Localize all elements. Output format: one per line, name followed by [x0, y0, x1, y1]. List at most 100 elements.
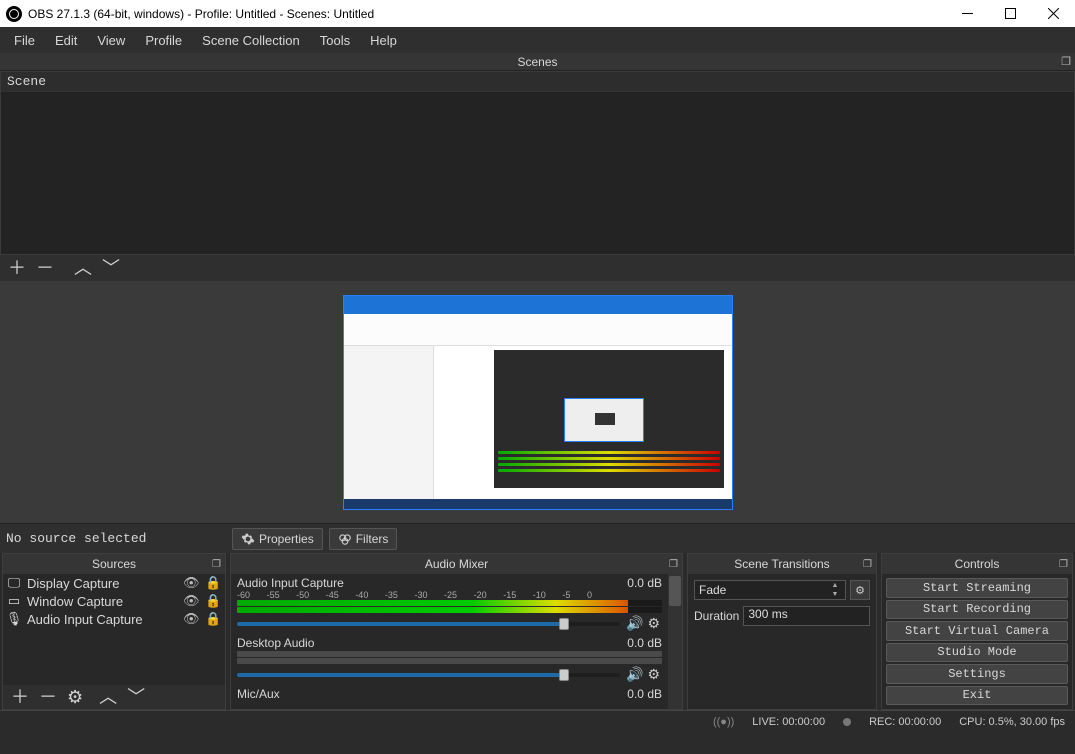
audio-meter	[237, 658, 662, 664]
scenes-popout-icon[interactable]: ❐	[1061, 55, 1071, 68]
properties-button[interactable]: Properties	[232, 528, 323, 550]
visibility-toggle[interactable]: 👁	[183, 611, 199, 627]
filters-button[interactable]: Filters	[329, 528, 398, 550]
visibility-toggle[interactable]: 👁	[183, 575, 199, 591]
source-row[interactable]: 🎙 Audio Input Capture 👁 🔒	[3, 610, 225, 628]
volume-slider[interactable]	[237, 673, 620, 677]
move-source-down-button[interactable]: ﹀	[127, 688, 145, 706]
meter-ticks: -60-55-50-45-40-35-30-25-20-15-10-50	[237, 590, 662, 599]
channel-db: 0.0 dB	[627, 636, 662, 650]
scenes-header-label: Scenes	[517, 55, 557, 69]
broadcast-icon: ((●))	[713, 716, 734, 728]
duration-label: Duration	[694, 609, 739, 623]
exit-button[interactable]: Exit	[886, 686, 1068, 706]
remove-scene-button[interactable]: －	[36, 259, 54, 277]
source-row[interactable]: ▭ Window Capture 👁 🔒	[3, 592, 225, 610]
filter-icon	[338, 532, 352, 546]
duration-value: 300 ms	[748, 607, 787, 621]
scenes-dock: Scenes ❐ Scene ＋ － ︿ ﹀	[0, 53, 1075, 281]
add-source-button[interactable]: ＋	[11, 688, 29, 706]
sources-list[interactable]: 🖵 Display Capture 👁 🔒 ▭ Window Capture 👁…	[3, 574, 225, 685]
transitions-dock: Scene Transitions ❐ Fade ▲▼ ⚙ Duration 3…	[687, 553, 877, 710]
maximize-button[interactable]	[989, 0, 1032, 27]
properties-label: Properties	[259, 532, 314, 546]
mixer-channel: Mic/Aux 0.0 dB	[237, 687, 676, 701]
window-icon: ▭	[7, 593, 21, 609]
scenes-header: Scenes ❐	[0, 53, 1075, 71]
sources-toolbar: ＋ － ⚙ ︿ ﹀	[3, 685, 225, 709]
rec-dot-icon	[843, 718, 851, 726]
audio-meter	[237, 600, 662, 606]
source-toolbar: No source selected Properties Filters	[0, 523, 1075, 553]
source-settings-button[interactable]: ⚙	[67, 688, 83, 706]
menu-file[interactable]: File	[4, 27, 45, 53]
volume-slider[interactable]	[237, 622, 620, 626]
controls-popout-icon[interactable]: ❐	[1059, 559, 1068, 570]
close-button[interactable]	[1032, 0, 1075, 27]
titlebar: OBS 27.1.3 (64-bit, windows) - Profile: …	[0, 0, 1075, 27]
transition-settings-button[interactable]: ⚙	[850, 580, 870, 600]
sources-header-label: Sources	[92, 557, 136, 571]
channel-name: Desktop Audio	[237, 636, 314, 650]
add-scene-button[interactable]: ＋	[8, 259, 26, 277]
menu-help[interactable]: Help	[360, 27, 407, 53]
menubar: File Edit View Profile Scene Collection …	[0, 27, 1075, 53]
channel-settings-icon[interactable]: ⚙	[647, 666, 660, 683]
no-source-label: No source selected	[6, 531, 206, 546]
source-label: Display Capture	[27, 576, 177, 591]
status-live: LIVE: 00:00:00	[752, 716, 825, 728]
scene-row[interactable]: Scene	[1, 72, 1074, 92]
audio-meter	[237, 607, 662, 613]
mixer-channel: Desktop Audio 0.0 dB 🔊 ⚙	[237, 636, 676, 683]
lock-toggle[interactable]: 🔒	[205, 575, 221, 591]
menu-profile[interactable]: Profile	[135, 27, 192, 53]
menu-edit[interactable]: Edit	[45, 27, 87, 53]
move-scene-down-button[interactable]: ﹀	[102, 259, 120, 277]
lock-toggle[interactable]: 🔒	[205, 611, 221, 627]
move-source-up-button[interactable]: ︿	[99, 688, 117, 706]
scenes-list[interactable]: Scene	[0, 71, 1075, 255]
obs-app-icon	[6, 6, 22, 22]
filters-label: Filters	[356, 532, 389, 546]
statusbar: ((●)) LIVE: 00:00:00 REC: 00:00:00 CPU: …	[0, 710, 1075, 732]
channel-db: 0.0 dB	[627, 576, 662, 590]
studio-mode-button[interactable]: Studio Mode	[886, 643, 1068, 663]
sources-popout-icon[interactable]: ❐	[212, 559, 221, 570]
scenes-toolbar: ＋ － ︿ ﹀	[0, 255, 1075, 281]
speaker-icon[interactable]: 🔊	[626, 666, 643, 683]
preview-area: No source selected Properties Filters	[0, 281, 1075, 553]
channel-db: 0.0 dB	[627, 687, 662, 701]
audio-mixer-dock: Audio Mixer ❐ Audio Input Capture 0.0 dB…	[230, 553, 683, 710]
status-cpu: CPU: 0.5%, 30.00 fps	[959, 716, 1065, 728]
start-virtual-camera-button[interactable]: Start Virtual Camera	[886, 621, 1068, 641]
menu-view[interactable]: View	[87, 27, 135, 53]
channel-settings-icon[interactable]: ⚙	[647, 615, 660, 632]
controls-header-label: Controls	[955, 557, 1000, 571]
settings-button[interactable]: Settings	[886, 664, 1068, 684]
start-streaming-button[interactable]: Start Streaming	[886, 578, 1068, 598]
minimize-button[interactable]	[946, 0, 989, 27]
visibility-toggle[interactable]: 👁	[183, 593, 199, 609]
transition-select[interactable]: Fade ▲▼	[694, 580, 846, 600]
menu-tools[interactable]: Tools	[310, 27, 360, 53]
preview-thumbnail	[343, 295, 733, 510]
channel-name: Mic/Aux	[237, 687, 280, 701]
preview-canvas[interactable]	[0, 281, 1075, 523]
transitions-popout-icon[interactable]: ❐	[863, 559, 872, 570]
mixer-popout-icon[interactable]: ❐	[669, 559, 678, 570]
remove-source-button[interactable]: －	[39, 688, 57, 706]
speaker-icon[interactable]: 🔊	[626, 615, 643, 632]
menu-scene-collection[interactable]: Scene Collection	[192, 27, 310, 53]
controls-dock: Controls ❐ Start Streaming Start Recordi…	[881, 553, 1073, 710]
start-recording-button[interactable]: Start Recording	[886, 600, 1068, 620]
gear-icon	[241, 532, 255, 546]
lock-toggle[interactable]: 🔒	[205, 593, 221, 609]
source-label: Window Capture	[27, 594, 177, 609]
sources-header: Sources ❐	[3, 554, 225, 574]
move-scene-up-button[interactable]: ︿	[74, 259, 92, 277]
mixer-scrollbar[interactable]	[668, 574, 682, 709]
channel-name: Audio Input Capture	[237, 576, 344, 590]
source-row[interactable]: 🖵 Display Capture 👁 🔒	[3, 574, 225, 592]
mixer-channel: Audio Input Capture 0.0 dB -60-55-50-45-…	[237, 576, 676, 632]
duration-input[interactable]: 300 ms	[743, 606, 870, 626]
